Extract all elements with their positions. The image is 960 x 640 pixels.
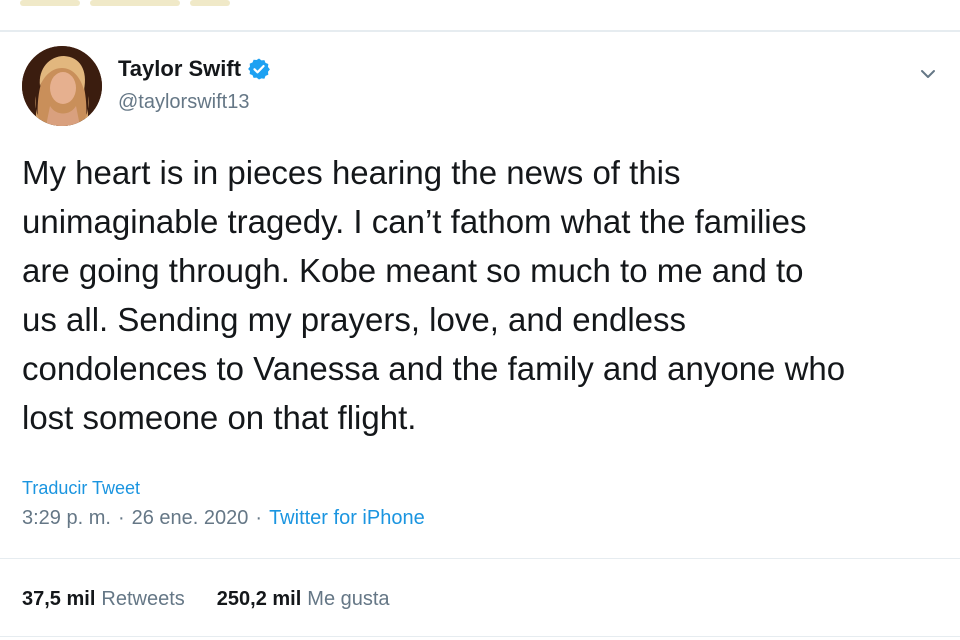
tweet-text: My heart is in pieces hearing the news o…	[22, 154, 846, 436]
translate-tweet-link[interactable]: Traducir Tweet	[22, 478, 140, 499]
likes-count: 250,2 mil	[216, 588, 302, 610]
avatar-image	[22, 46, 102, 126]
retweets-stat[interactable]: 37,5 mil Retweets	[22, 587, 185, 611]
meta-separator: ·	[117, 507, 125, 529]
display-name[interactable]: Taylor Swift	[118, 56, 241, 82]
meta-separator: ·	[255, 507, 263, 529]
faded-header-remnant	[20, 0, 260, 12]
tweet-header: Taylor Swift @taylorswift13	[22, 46, 942, 130]
tweet-time[interactable]: 3:29 p. m.	[22, 506, 111, 530]
top-divider	[0, 30, 960, 32]
stats-divider-bottom	[0, 636, 960, 637]
top-strip	[0, 0, 960, 30]
stats-divider-top	[0, 558, 960, 559]
author-name-row: Taylor Swift	[118, 56, 271, 82]
tweet-menu-button[interactable]	[914, 60, 942, 88]
retweets-count: 37,5 mil	[22, 588, 96, 610]
author-handle[interactable]: @taylorswift13	[118, 90, 249, 114]
verified-badge-icon	[247, 57, 271, 81]
tweet-stats: 37,5 mil Retweets 250,2 mil Me gusta	[22, 587, 390, 611]
avatar[interactable]	[22, 46, 102, 126]
tweet-meta: 3:29 p. m. · 26 ene. 2020 · Twitter for …	[22, 506, 425, 530]
retweets-label: Retweets	[101, 588, 185, 610]
likes-stat[interactable]: 250,2 mil Me gusta	[217, 587, 390, 611]
tweet-date[interactable]: 26 ene. 2020	[132, 506, 249, 530]
chevron-down-icon	[921, 70, 935, 78]
tweet-page: Taylor Swift @taylorswift13 My heart is …	[0, 0, 960, 640]
tweet-source-link[interactable]: Twitter for iPhone	[269, 506, 425, 530]
likes-label: Me gusta	[307, 588, 390, 610]
